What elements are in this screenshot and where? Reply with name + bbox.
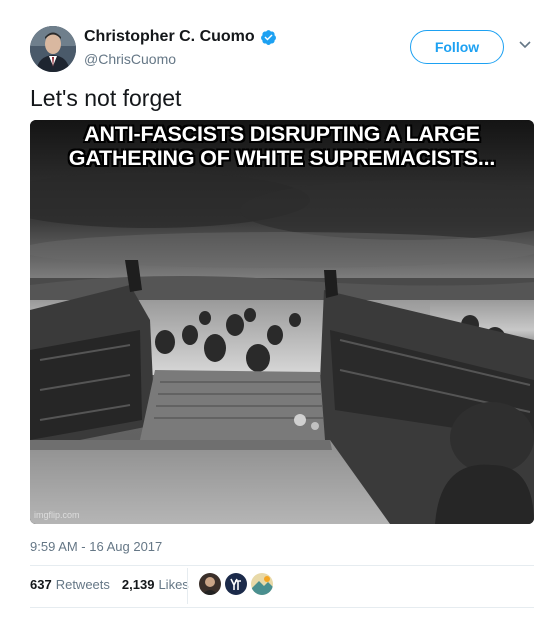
follow-button[interactable]: Follow [410,30,504,64]
retweets-label: Retweets [55,577,110,592]
liker-avatar[interactable] [199,573,221,595]
author-display-name[interactable]: Christopher C. Cuomo [84,28,255,46]
divider [30,607,534,608]
retweets-count: 637 [30,577,52,592]
landing-craft-photo [30,120,534,524]
divider [30,565,534,566]
author-avatar[interactable] [30,26,76,72]
chevron-down-icon[interactable] [518,40,532,50]
likes-stat[interactable]: 2,139 Likes [122,577,189,592]
retweets-stat[interactable]: 637 Retweets [30,577,110,592]
tweet-stats: 637 Retweets 2,139 Likes [30,577,201,592]
stats-separator [187,568,188,604]
tweet-media-image[interactable]: ANTI-FASCISTS DISRUPTING A LARGE GATHERI… [30,120,534,524]
tweet-timestamp[interactable]: 9:59 AM - 16 Aug 2017 [30,539,162,554]
likes-label: Likes [158,577,189,592]
liker-avatar[interactable] [225,573,247,595]
meme-caption: ANTI-FASCISTS DISRUPTING A LARGE GATHERI… [68,122,496,170]
author-handle[interactable]: @ChrisCuomo [84,51,176,67]
liker-avatar[interactable] [251,573,273,595]
image-watermark: imgflip.com [34,510,80,520]
verified-badge-icon [260,29,276,45]
likes-count: 2,139 [121,577,155,592]
liker-avatars [199,573,277,595]
tweet-text: Let's not forget [30,85,182,111]
